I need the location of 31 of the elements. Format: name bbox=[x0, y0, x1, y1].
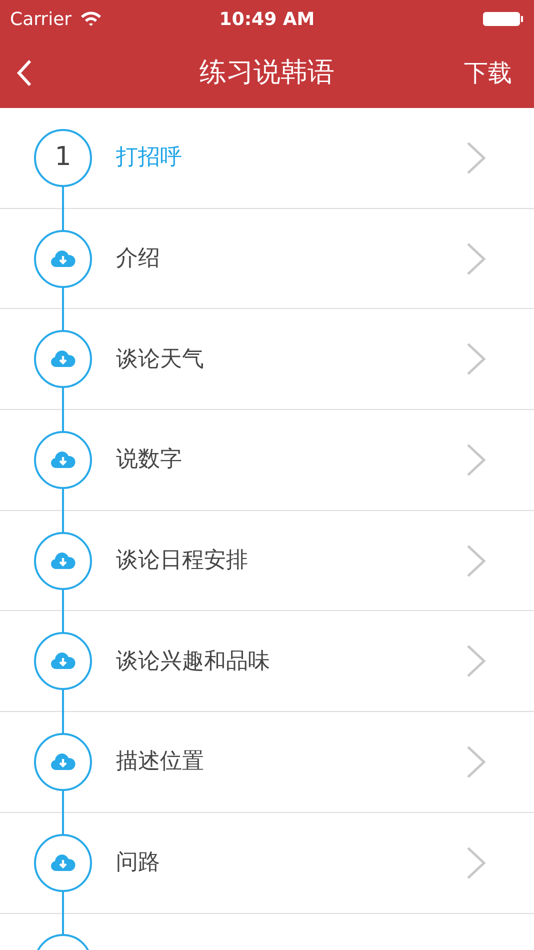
cloud-download-icon bbox=[50, 450, 76, 469]
lesson-number: 1 bbox=[34, 128, 92, 187]
lesson-title[interactable]: 描述位置 bbox=[116, 745, 204, 778]
chevron-right-icon bbox=[466, 644, 486, 678]
lesson-title[interactable]: 说数字 bbox=[116, 443, 182, 476]
battery-icon bbox=[482, 11, 524, 27]
cloud-download-icon bbox=[50, 752, 76, 771]
cloud-download-icon bbox=[50, 350, 76, 368]
lesson-title[interactable]: 问路 bbox=[116, 846, 160, 880]
wifi-icon bbox=[80, 11, 102, 27]
carrier-label: Carrier bbox=[10, 8, 72, 32]
lesson-title[interactable]: 谈论日程安排 bbox=[116, 544, 248, 578]
chevron-right-icon bbox=[466, 744, 486, 779]
cloud-download-icon bbox=[50, 250, 76, 268]
lesson-title[interactable]: 介绍 bbox=[116, 242, 160, 276]
chevron-right-icon bbox=[466, 140, 486, 175]
chevron-right-icon bbox=[466, 242, 486, 276]
cloud-download-icon bbox=[50, 652, 76, 670]
chevron-right-icon bbox=[466, 846, 486, 880]
download-button[interactable]: 下载 bbox=[464, 55, 512, 91]
back-button[interactable] bbox=[16, 59, 32, 87]
lesson-title[interactable]: 谈论天气 bbox=[116, 342, 204, 376]
page-title: 练习说韩语 bbox=[200, 56, 334, 90]
chevron-right-icon bbox=[466, 442, 486, 477]
chevron-right-icon bbox=[466, 342, 486, 376]
cloud-download-icon bbox=[50, 552, 76, 570]
chevron-right-icon bbox=[466, 544, 486, 578]
cloud-download-icon bbox=[50, 854, 76, 872]
back-icon bbox=[16, 59, 32, 87]
clock: 10:49 AM bbox=[219, 8, 315, 32]
lesson-title[interactable]: 谈论兴趣和品味 bbox=[116, 644, 270, 678]
